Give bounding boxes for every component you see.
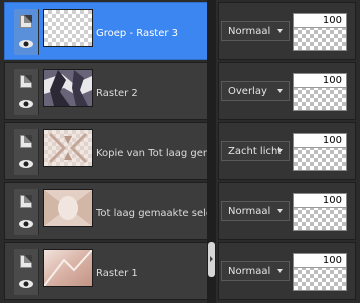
- layer-doc-icon[interactable]: [20, 135, 32, 148]
- layer-props-row: Normaal 100: [218, 2, 356, 60]
- blend-mode-dropdown[interactable]: Normaal: [221, 21, 290, 41]
- blend-mode-value: Normaal: [228, 266, 271, 277]
- layers-panel: Groep - Raster 3 Raster 2 Kopie van Tot …: [0, 0, 360, 303]
- layer-props-row: Normaal 100: [218, 182, 356, 240]
- layer-doc-icon[interactable]: [20, 15, 32, 28]
- blend-mode-dropdown[interactable]: Zacht licht: [221, 141, 290, 161]
- opacity-field[interactable]: 100: [294, 74, 346, 88]
- layer-row[interactable]: Raster 1: [4, 242, 209, 300]
- blend-mode-dropdown[interactable]: Normaal: [221, 201, 290, 221]
- blend-mode-dropdown[interactable]: Overlay: [221, 81, 290, 101]
- layer-row[interactable]: Tot laag gemaakte selectie: [4, 182, 210, 240]
- blend-mode-value: Normaal: [228, 206, 271, 217]
- layer-name[interactable]: Kopie van Tot laag gemaakte selectie: [96, 148, 210, 159]
- layer-thumbnail: [43, 9, 93, 47]
- visibility-eye-icon[interactable]: [18, 279, 34, 289]
- layer-controls: [14, 249, 39, 295]
- visibility-eye-icon[interactable]: [18, 219, 34, 229]
- scrollbar-thumb[interactable]: [208, 242, 215, 277]
- layer-thumbnail: [43, 249, 93, 287]
- opacity-swatch[interactable]: 100: [293, 253, 347, 291]
- layer-row[interactable]: Groep - Raster 3: [4, 2, 209, 60]
- layer-name[interactable]: Raster 2: [96, 88, 210, 99]
- chevron-down-icon: [277, 149, 283, 153]
- layer-controls: [14, 129, 39, 175]
- layer-doc-icon[interactable]: [20, 75, 32, 88]
- opacity-field[interactable]: 100: [294, 254, 346, 268]
- layer-controls: [14, 9, 39, 55]
- layer-name[interactable]: Tot laag gemaakte selectie: [96, 208, 210, 219]
- opacity-field[interactable]: 100: [294, 14, 346, 28]
- chevron-down-icon: [277, 89, 283, 93]
- opacity-swatch[interactable]: 100: [293, 133, 347, 171]
- opacity-swatch[interactable]: 100: [293, 193, 347, 231]
- visibility-eye-icon[interactable]: [18, 39, 34, 49]
- layer-name[interactable]: Raster 1: [96, 268, 210, 279]
- layer-props-row: Normaal 100: [218, 242, 356, 300]
- opacity-field[interactable]: 100: [294, 194, 346, 208]
- opacity-field[interactable]: 100: [294, 134, 346, 148]
- layer-props-row: Overlay 100: [218, 62, 356, 120]
- layer-row[interactable]: Raster 2: [4, 62, 209, 120]
- layer-name[interactable]: Groep - Raster 3: [96, 28, 210, 39]
- layer-thumbnail: [43, 69, 93, 107]
- opacity-swatch[interactable]: 100: [293, 13, 347, 51]
- layer-properties: Normaal 100 Overlay 100 Zacht licht 100: [216, 0, 360, 303]
- chevron-down-icon: [277, 209, 283, 213]
- blend-mode-value: Zacht licht: [228, 146, 282, 157]
- blend-mode-value: Overlay: [228, 86, 267, 97]
- layer-row[interactable]: Kopie van Tot laag gemaakte selectie: [4, 122, 210, 180]
- layer-controls: [14, 69, 39, 115]
- layer-props-row: Zacht licht 100: [218, 122, 356, 180]
- visibility-eye-icon[interactable]: [18, 159, 34, 169]
- chevron-down-icon: [277, 29, 283, 33]
- layer-thumbnail: [43, 129, 93, 167]
- layer-scrollbar[interactable]: [207, 0, 216, 303]
- layer-controls: [14, 189, 39, 235]
- layer-doc-icon[interactable]: [20, 195, 32, 208]
- opacity-swatch[interactable]: 100: [293, 73, 347, 111]
- blend-mode-value: Normaal: [228, 26, 271, 37]
- layer-doc-icon[interactable]: [20, 255, 32, 268]
- layer-thumbnail: [43, 189, 93, 227]
- chevron-down-icon: [277, 269, 283, 273]
- visibility-eye-icon[interactable]: [18, 99, 34, 109]
- blend-mode-dropdown[interactable]: Normaal: [221, 261, 290, 281]
